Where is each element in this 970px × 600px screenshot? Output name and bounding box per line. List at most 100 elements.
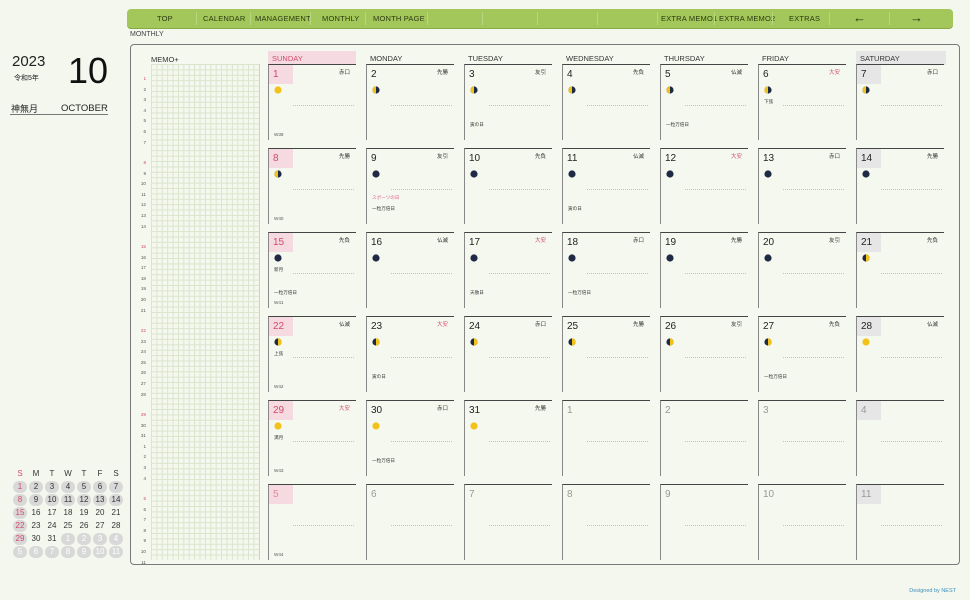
mini-calendar-day[interactable]: 1 — [61, 533, 75, 545]
mini-calendar-day[interactable]: 22 — [13, 520, 27, 532]
day-cell[interactable]: 5 W44 — [268, 484, 356, 560]
mini-calendar-day[interactable]: 12 — [77, 494, 91, 506]
day-cell[interactable]: 7 — [464, 484, 552, 560]
day-cell[interactable]: 11 仏滅 寅の日 — [562, 148, 650, 224]
day-cell[interactable]: 8 先勝 W40 — [268, 148, 356, 224]
day-cell[interactable]: 30 赤口 一粒万倍日 — [366, 400, 454, 476]
day-cell[interactable]: 6 — [366, 484, 454, 560]
day-cell[interactable]: 15 先負 新月 一粒万倍日 W41 — [268, 232, 356, 308]
mini-calendar-day[interactable]: 5 — [77, 481, 91, 493]
day-cell[interactable]: 13 赤口 — [758, 148, 846, 224]
day-cell[interactable]: 10 — [758, 484, 846, 560]
mini-calendar-day[interactable]: 3 — [45, 481, 59, 493]
mini-calendar-day[interactable]: 10 — [45, 494, 59, 506]
day-cell[interactable]: 27 先負 一粒万倍日 — [758, 316, 846, 392]
mini-calendar-day[interactable]: 2 — [29, 481, 43, 493]
mini-calendar-day[interactable]: 14 — [109, 494, 123, 506]
mini-calendar-day[interactable]: 4 — [109, 533, 123, 545]
mini-calendar-day[interactable]: 11 — [109, 546, 123, 558]
memo-line-number: 17 — [140, 265, 146, 271]
day-cell[interactable]: 17 大安 天赦日 — [464, 232, 552, 308]
mini-calendar-day[interactable]: 19 — [77, 507, 91, 519]
day-cell[interactable]: 4 先負 — [562, 64, 650, 140]
day-cell[interactable]: 6 大安 下弦 — [758, 64, 846, 140]
mini-calendar-day[interactable]: 30 — [29, 533, 43, 545]
nav-monthly[interactable]: MONTHLY — [322, 9, 360, 28]
nav-top[interactable]: TOP — [157, 9, 173, 28]
day-cell[interactable]: 31 先勝 — [464, 400, 552, 476]
nav-extra-memo2[interactable]: EXTRA MEMO2 — [719, 9, 775, 28]
day-cell[interactable]: 1 — [562, 400, 650, 476]
day-number: 26 — [665, 321, 677, 332]
mini-calendar-day[interactable]: 9 — [29, 494, 43, 506]
day-cell[interactable]: 3 友引 寅の日 — [464, 64, 552, 140]
day-number: 8 — [567, 489, 573, 500]
mini-calendar-day[interactable]: 16 — [29, 507, 43, 519]
mini-calendar-day[interactable]: 23 — [29, 520, 43, 532]
memo-grid[interactable] — [151, 64, 259, 560]
nav-extra-memo1[interactable]: EXTRA MEMO1 — [661, 9, 717, 28]
mini-calendar-day[interactable]: 6 — [29, 546, 43, 558]
day-cell[interactable]: 2 — [660, 400, 748, 476]
mini-calendar-day[interactable]: 24 — [45, 520, 59, 532]
mini-calendar-day[interactable]: 6 — [93, 481, 107, 493]
mini-calendar-day[interactable]: 2 — [77, 533, 91, 545]
day-cell[interactable]: 3 — [758, 400, 846, 476]
mini-calendar-day[interactable]: 3 — [93, 533, 107, 545]
day-cell[interactable]: 29 大安 満月 W43 — [268, 400, 356, 476]
day-cell[interactable]: 23 大安 寅の日 — [366, 316, 454, 392]
day-cell[interactable]: 9 — [660, 484, 748, 560]
mini-calendar-day[interactable]: 27 — [93, 520, 107, 532]
mini-calendar-day[interactable]: 18 — [61, 507, 75, 519]
day-cell[interactable]: 7 赤口 — [856, 64, 944, 140]
day-cell[interactable]: 5 仏滅 一粒万倍日 — [660, 64, 748, 140]
mini-calendar-day[interactable]: 31 — [45, 533, 59, 545]
mini-calendar-day[interactable]: 1 — [13, 481, 27, 493]
day-cell[interactable]: 21 先負 — [856, 232, 944, 308]
nav-calendar[interactable]: CALENDAR — [203, 9, 245, 28]
mini-calendar-day[interactable]: 25 — [61, 520, 75, 532]
day-cell[interactable]: 11 — [856, 484, 944, 560]
mini-calendar-day[interactable]: 15 — [13, 507, 27, 519]
mini-calendar-day[interactable]: 13 — [93, 494, 107, 506]
day-cell[interactable]: 2 先勝 — [366, 64, 454, 140]
day-number: 23 — [371, 321, 383, 332]
mini-calendar-day[interactable]: 17 — [45, 507, 59, 519]
prev-arrow-icon[interactable]: ← — [853, 9, 866, 28]
day-cell[interactable]: 18 赤口 一粒万倍日 — [562, 232, 650, 308]
day-cell[interactable]: 8 — [562, 484, 650, 560]
day-cell[interactable]: 14 先勝 — [856, 148, 944, 224]
mini-calendar-day[interactable]: 8 — [61, 546, 75, 558]
day-cell[interactable]: 10 先負 — [464, 148, 552, 224]
moon-phase-icon — [862, 338, 870, 346]
mini-calendar-day[interactable]: 26 — [77, 520, 91, 532]
next-arrow-icon[interactable]: → — [910, 9, 923, 28]
day-cell[interactable]: 20 友引 — [758, 232, 846, 308]
day-cell[interactable]: 1 赤口 W39 — [268, 64, 356, 140]
mini-calendar-day[interactable]: 7 — [45, 546, 59, 558]
day-cell[interactable]: 16 仏滅 — [366, 232, 454, 308]
day-cell[interactable]: 24 赤口 — [464, 316, 552, 392]
day-cell[interactable]: 4 — [856, 400, 944, 476]
nav-management[interactable]: MANAGEMENT — [255, 9, 311, 28]
day-cell[interactable]: 26 友引 — [660, 316, 748, 392]
day-cell[interactable]: 9 友引 スポーツの日 一粒万倍日 — [366, 148, 454, 224]
mini-calendar-day[interactable]: 7 — [109, 481, 123, 493]
mini-calendar-day[interactable]: 20 — [93, 507, 107, 519]
nav-extras[interactable]: EXTRAS — [789, 9, 820, 28]
day-cell[interactable]: 19 先勝 — [660, 232, 748, 308]
mini-calendar-day[interactable]: 11 — [61, 494, 75, 506]
mini-calendar-day[interactable]: 29 — [13, 533, 27, 545]
day-cell[interactable]: 28 仏滅 — [856, 316, 944, 392]
mini-calendar-day[interactable]: 10 — [93, 546, 107, 558]
mini-calendar-day[interactable]: 5 — [13, 546, 27, 558]
mini-calendar-day[interactable]: 4 — [61, 481, 75, 493]
mini-calendar-day[interactable]: 8 — [13, 494, 27, 506]
mini-calendar-day[interactable]: 28 — [109, 520, 123, 532]
nav-month-page[interactable]: MONTH PAGE — [373, 9, 425, 28]
day-cell[interactable]: 22 仏滅 上弦 W42 — [268, 316, 356, 392]
mini-calendar-day[interactable]: 9 — [77, 546, 91, 558]
day-cell[interactable]: 25 先勝 — [562, 316, 650, 392]
day-cell[interactable]: 12 大安 — [660, 148, 748, 224]
mini-calendar-day[interactable]: 21 — [109, 507, 123, 519]
